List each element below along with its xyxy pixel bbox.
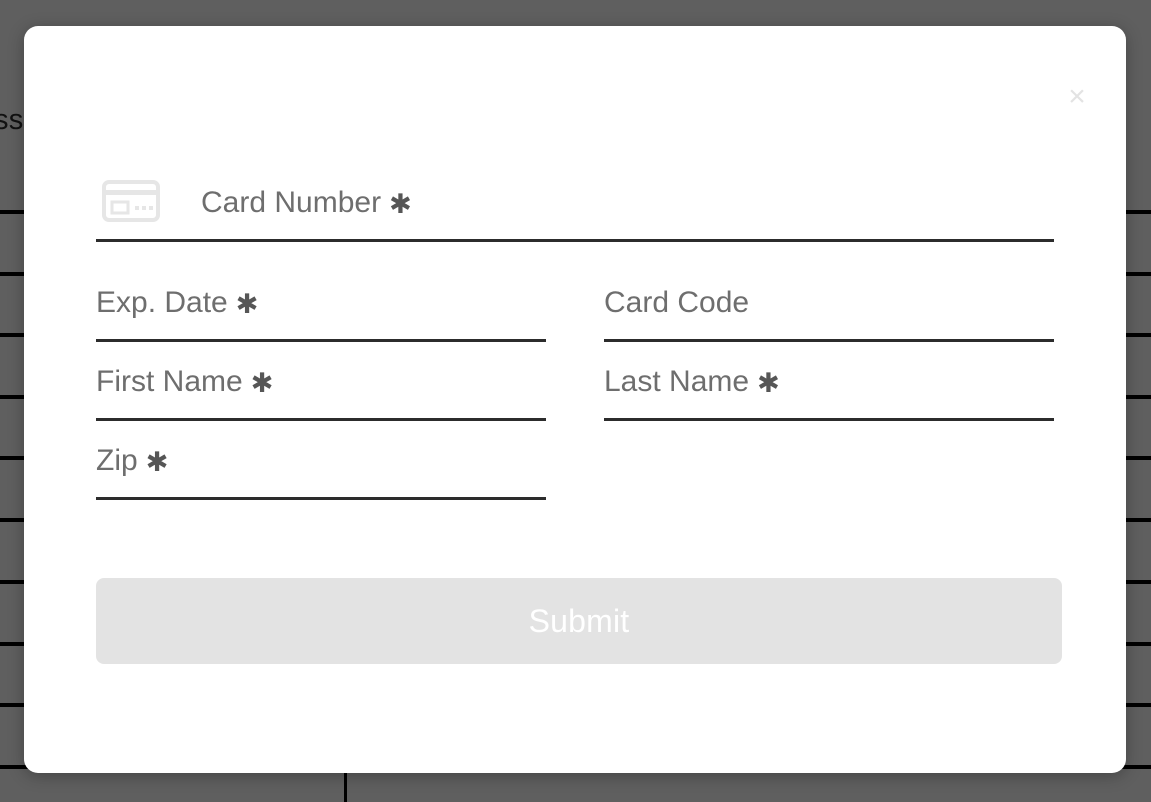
form-row-exp-code: Exp. Date ✱ Card Code <box>96 264 1056 342</box>
form-empty-cell <box>604 422 1054 500</box>
payment-modal: × Card Number ✱ Exp. Date ✱ Card Code Fi… <box>24 26 1126 773</box>
field-underline <box>604 418 1054 421</box>
background-table-column-divider <box>344 773 347 802</box>
credit-card-icon <box>102 180 160 222</box>
exp-date-input[interactable] <box>96 292 546 338</box>
payment-form: Card Number ✱ Exp. Date ✱ Card Code Firs… <box>96 164 1062 664</box>
field-underline <box>96 418 546 421</box>
field-card-code[interactable]: Card Code <box>604 264 1054 342</box>
field-zip[interactable]: Zip ✱ <box>96 422 546 500</box>
field-underline <box>96 497 546 500</box>
card-code-input[interactable] <box>604 292 1054 338</box>
submit-button[interactable]: Submit <box>96 578 1062 664</box>
last-name-input[interactable] <box>604 371 1054 417</box>
close-icon[interactable]: × <box>1059 79 1095 115</box>
form-row-card-number: Card Number ✱ <box>96 164 1056 242</box>
field-underline <box>96 239 1054 242</box>
field-card-number[interactable]: Card Number ✱ <box>96 164 1054 242</box>
card-number-input[interactable] <box>201 192 1054 238</box>
zip-input[interactable] <box>96 450 546 496</box>
background-partial-text: ss <box>0 104 24 136</box>
field-underline <box>96 339 546 342</box>
field-exp-date[interactable]: Exp. Date ✱ <box>96 264 546 342</box>
form-row-zip: Zip ✱ <box>96 422 1056 500</box>
first-name-input[interactable] <box>96 371 546 417</box>
field-last-name[interactable]: Last Name ✱ <box>604 343 1054 421</box>
field-underline <box>604 339 1054 342</box>
form-row-names: First Name ✱ Last Name ✱ <box>96 343 1056 421</box>
field-first-name[interactable]: First Name ✱ <box>96 343 546 421</box>
